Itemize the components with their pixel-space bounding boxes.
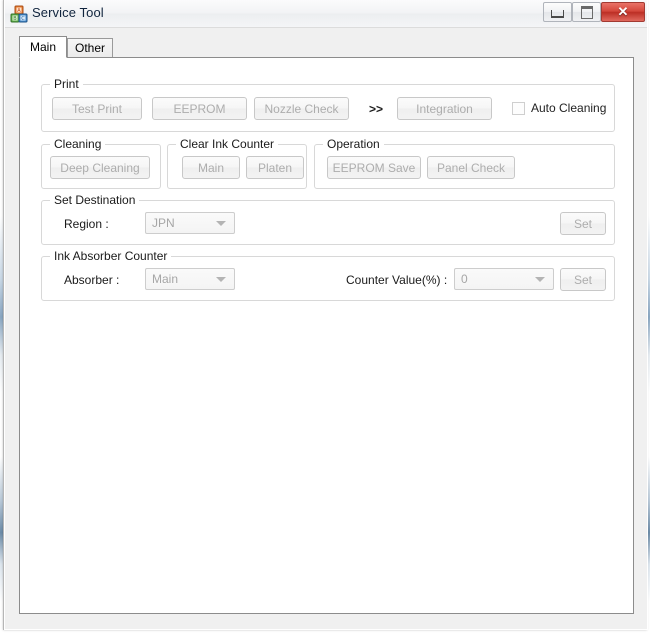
group-print: Print Test Print EEPROM Nozzle Check >> …: [41, 77, 615, 132]
counter-value-combobox[interactable]: 0: [454, 268, 554, 290]
double-chevron-right-icon: >>: [368, 101, 383, 116]
group-set-destination-label: Set Destination: [50, 193, 140, 207]
title-bar: A B C Service Tool ✕: [4, 0, 648, 28]
set-destination-button[interactable]: Set: [560, 212, 606, 235]
group-operation-label: Operation: [323, 137, 384, 151]
group-cleaning-label: Cleaning: [50, 137, 106, 151]
group-operation: Operation EEPROM Save Panel Check: [314, 137, 615, 189]
region-label: Region :: [64, 216, 109, 231]
chevron-down-icon: [216, 277, 226, 282]
region-combobox-value: JPN: [152, 216, 175, 230]
panel-check-button[interactable]: Panel Check: [427, 156, 515, 179]
absorber-combobox-value: Main: [152, 272, 179, 286]
group-clear-ink-counter: Clear Ink Counter Main Platen: [167, 137, 307, 189]
alphabet-blocks-icon: A B C: [10, 5, 28, 23]
auto-cleaning-label: Auto Cleaning: [531, 101, 607, 115]
client-area: Main Other Print Test Print EEPROM Nozzl…: [5, 28, 647, 629]
clear-ink-main-button[interactable]: Main: [182, 156, 240, 179]
checkbox-box[interactable]: [512, 101, 525, 115]
test-print-button[interactable]: Test Print: [52, 97, 142, 120]
chevron-down-icon: [216, 221, 226, 226]
counter-value-label: Counter Value(%) :: [346, 272, 448, 287]
deep-cleaning-button[interactable]: Deep Cleaning: [50, 156, 150, 179]
set-absorber-button[interactable]: Set: [560, 268, 606, 291]
group-ink-absorber-counter: Ink Absorber Counter Absorber : Main Cou…: [41, 249, 615, 301]
absorber-label: Absorber :: [64, 272, 120, 287]
close-icon: ✕: [617, 4, 629, 19]
clear-ink-platen-button[interactable]: Platen: [246, 156, 304, 179]
svg-text:B: B: [13, 16, 17, 22]
tab-main[interactable]: Main: [19, 36, 67, 58]
tab-control: Main Other Print Test Print EEPROM Nozzl…: [19, 36, 634, 614]
minimize-icon: [544, 3, 571, 21]
integration-button[interactable]: Integration: [397, 97, 492, 120]
maximize-icon: [573, 3, 600, 21]
eeprom-save-button[interactable]: EEPROM Save: [327, 156, 421, 179]
group-set-destination: Set Destination Region : JPN Set: [41, 193, 615, 245]
auto-cleaning-checkbox[interactable]: Auto Cleaning: [512, 99, 606, 117]
counter-value-combobox-value: 0: [461, 272, 468, 286]
tab-other[interactable]: Other: [67, 38, 113, 57]
absorber-combobox[interactable]: Main: [145, 268, 235, 290]
eeprom-button[interactable]: EEPROM: [152, 97, 247, 120]
minimize-button[interactable]: [543, 2, 572, 22]
region-combobox[interactable]: JPN: [145, 212, 235, 234]
close-button[interactable]: ✕: [601, 2, 645, 22]
chevron-down-icon: [535, 277, 545, 282]
svg-text:C: C: [21, 16, 25, 22]
group-ink-absorber-counter-label: Ink Absorber Counter: [50, 249, 172, 263]
group-print-label: Print: [50, 77, 83, 91]
tab-page-main: Print Test Print EEPROM Nozzle Check >> …: [19, 57, 634, 614]
nozzle-check-button[interactable]: Nozzle Check: [254, 97, 349, 120]
application-window: A B C Service Tool ✕ Main Other Print Te…: [3, 0, 648, 630]
window-title: Service Tool: [32, 5, 104, 20]
group-cleaning: Cleaning Deep Cleaning: [41, 137, 161, 189]
maximize-button[interactable]: [572, 2, 601, 22]
group-clear-ink-counter-label: Clear Ink Counter: [176, 137, 279, 151]
tab-strip: Main Other: [19, 36, 634, 58]
svg-text:A: A: [17, 8, 21, 14]
